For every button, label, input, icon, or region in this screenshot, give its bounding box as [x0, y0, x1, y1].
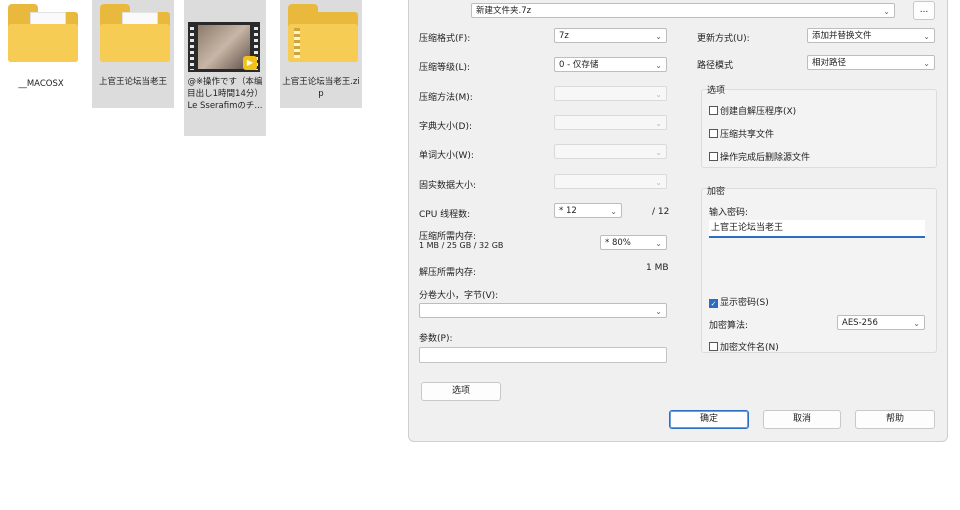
format-select[interactable]: 7z ⌄: [554, 28, 667, 43]
show-password-label: 显示密码(S): [720, 298, 769, 308]
desktop-item-video[interactable]: ▶ @※操作です（本编目出し1時間14分）Le Sserafimのチ...: [184, 0, 266, 136]
mem-value: * 80%: [605, 238, 631, 248]
params-label: 参数(P):: [419, 334, 453, 344]
password-input[interactable]: 上官王论坛当老王: [709, 220, 925, 238]
sfx-label: 创建自解压程序(X): [720, 107, 797, 117]
params-input[interactable]: [419, 347, 667, 363]
cpu-total: / 12: [652, 207, 670, 217]
update-label: 更新方式(U):: [697, 34, 750, 44]
checkbox-icon[interactable]: [709, 106, 718, 115]
level-value: 0 - 仅存储: [559, 60, 599, 70]
enc-method-value: AES-256: [842, 318, 878, 328]
decomp-label: 解压所需内存:: [419, 268, 477, 278]
chevron-down-icon[interactable]: ⌄: [883, 4, 890, 19]
help-button[interactable]: 帮助: [855, 410, 935, 429]
checkbox-icon[interactable]: [709, 342, 718, 351]
word-label: 单词大小(W):: [419, 151, 474, 161]
solid-select: ⌄: [554, 174, 667, 189]
delete-source-label: 操作完成后删除源文件: [720, 153, 811, 163]
chevron-down-icon: ⌄: [655, 148, 662, 157]
desktop-item-macosx[interactable]: __MACOSX: [0, 0, 82, 108]
mem-detail: 1 MB / 25 GB / 32 GB: [419, 241, 504, 250]
split-label: 分卷大小，字节(V):: [419, 291, 499, 301]
desktop-item-label: __MACOSX: [18, 79, 64, 89]
word-select: ⌄: [554, 144, 667, 159]
checkmark-icon[interactable]: ✓: [709, 299, 718, 308]
format-label: 压缩格式(F):: [419, 34, 471, 44]
video-thumbnail-icon: ▶: [188, 22, 260, 72]
path-mode-select[interactable]: 相对路径 ⌄: [807, 55, 935, 70]
method-label: 压缩方法(M):: [419, 93, 473, 103]
enc-method-select[interactable]: AES-256 ⌄: [837, 315, 925, 330]
chevron-down-icon: ⌄: [655, 178, 662, 187]
archive-name-value: 新建文件夹.7z: [476, 6, 532, 16]
chevron-down-icon: ⌄: [610, 207, 617, 216]
format-value: 7z: [559, 31, 569, 41]
folder-icon: [100, 4, 170, 62]
enc-method-label: 加密算法:: [709, 321, 749, 331]
cancel-button[interactable]: 取消: [763, 410, 841, 429]
checkbox-icon[interactable]: [709, 129, 718, 138]
zip-folder-icon: [288, 4, 358, 62]
chevron-down-icon: ⌄: [655, 32, 662, 41]
path-label: 路径模式: [697, 61, 734, 71]
decomp-value: 1 MB: [646, 263, 669, 273]
encrypt-names-label: 加密文件名(N): [720, 343, 779, 353]
chevron-down-icon: ⌄: [655, 119, 662, 128]
chevron-down-icon: ⌄: [923, 32, 930, 41]
show-password-checkbox[interactable]: ✓ 显示密码(S): [709, 295, 769, 308]
options-button[interactable]: 选项: [421, 382, 501, 401]
chevron-down-icon: ⌄: [655, 307, 662, 316]
play-badge-icon: ▶: [243, 56, 257, 70]
chevron-down-icon: ⌄: [923, 59, 930, 68]
update-value: 添加并替换文件: [812, 31, 872, 41]
password-value: 上官王论坛当老王: [711, 223, 784, 233]
encrypt-names-checkbox[interactable]: 加密文件名(N): [709, 340, 779, 353]
ok-button[interactable]: 确定: [669, 410, 749, 429]
chevron-down-icon: ⌄: [655, 239, 662, 248]
method-select: ⌄: [554, 86, 667, 101]
chevron-down-icon: ⌄: [913, 319, 920, 328]
solid-label: 固实数据大小:: [419, 181, 477, 191]
level-label: 压缩等级(L):: [419, 63, 471, 73]
delete-source-checkbox[interactable]: 操作完成后删除源文件: [709, 150, 810, 163]
shared-label: 压缩共享文件: [720, 130, 775, 140]
dict-label: 字典大小(D):: [419, 122, 472, 132]
path-value: 相对路径: [812, 58, 847, 68]
split-size-combobox[interactable]: ⌄: [419, 303, 667, 318]
browse-button[interactable]: ...: [913, 1, 935, 20]
add-to-archive-dialog: 新建文件夹.7z ⌄ ... 压缩格式(F): 7z ⌄ 压缩等级(L): 0 -…: [408, 0, 948, 442]
folder-icon: [8, 4, 78, 62]
chevron-down-icon: ⌄: [655, 61, 662, 70]
cpu-label: CPU 线程数:: [419, 210, 471, 220]
desktop-item-label: 上官王论坛当老王.zip: [282, 77, 360, 99]
checkbox-icon[interactable]: [709, 152, 718, 161]
update-mode-select[interactable]: 添加并替换文件 ⌄: [807, 28, 935, 43]
cpu-value: * 12: [559, 206, 577, 216]
dict-select: ⌄: [554, 115, 667, 130]
chevron-down-icon: ⌄: [655, 90, 662, 99]
encrypt-group-title: 加密: [707, 187, 726, 197]
desktop-item-zip[interactable]: 上官王论坛当老王.zip: [280, 0, 362, 108]
password-label: 输入密码:: [709, 208, 749, 218]
cpu-threads-select[interactable]: * 12 ⌄: [554, 203, 622, 218]
archive-name-combobox[interactable]: 新建文件夹.7z ⌄: [471, 3, 895, 18]
options-group-title: 选项: [707, 86, 726, 96]
memory-usage-select[interactable]: * 80% ⌄: [600, 235, 667, 250]
shared-checkbox[interactable]: 压缩共享文件: [709, 127, 774, 140]
desktop-item-label: @※操作です（本编目出し1時間14分）Le Sserafimのチ...: [187, 77, 263, 111]
desktop-item-label: 上官王论坛当老王: [98, 77, 167, 87]
desktop-item-folder[interactable]: 上官王论坛当老王: [92, 0, 174, 108]
level-select[interactable]: 0 - 仅存储 ⌄: [554, 57, 667, 72]
sfx-checkbox[interactable]: 创建自解压程序(X): [709, 104, 796, 117]
